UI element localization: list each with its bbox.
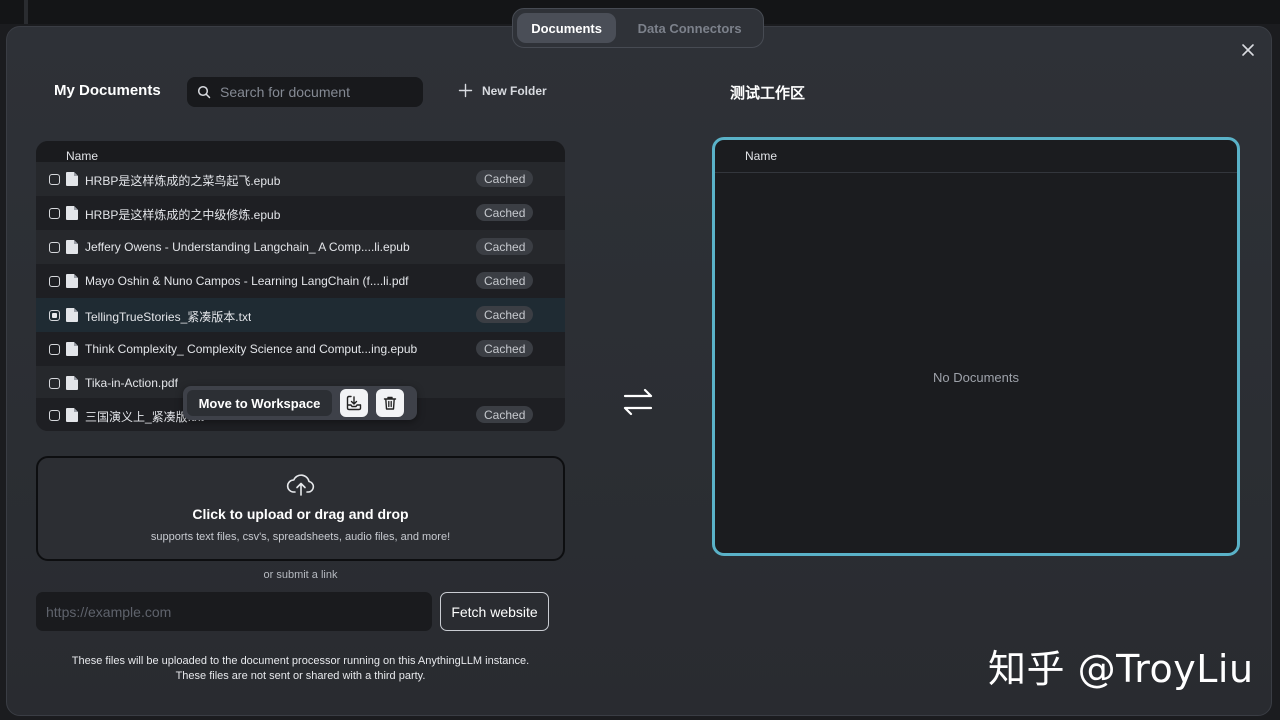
search-input[interactable] [220,84,410,100]
upload-dropzone[interactable]: Click to upload or drag and drop support… [36,456,565,561]
swap-arrows-icon[interactable] [622,386,654,418]
upload-subtitle: supports text files, csv's, spreadsheets… [150,531,451,543]
row-checkbox[interactable] [49,310,60,321]
delete-button[interactable] [376,389,404,417]
column-name: Name [66,148,99,163]
table-row[interactable]: Jeffery Owens - Understanding Langchain_… [36,230,565,264]
file-name: Jeffery Owens - Understanding Langchain_… [85,240,410,254]
status-badge: Cached [476,204,534,221]
workspace-title: 测试工作区 [730,85,806,102]
status-badge: Cached [476,340,534,357]
file-icon [66,308,78,322]
row-checkbox[interactable] [49,344,60,355]
table-row[interactable]: HRBP是这样炼成的之菜鸟起飞.epub Cached [36,162,565,196]
move-to-workspace-icon [346,395,362,411]
status-badge: Cached [476,238,534,255]
tab-data-connectors[interactable]: Data Connectors [620,13,759,43]
url-input[interactable] [36,592,432,631]
status-badge: Cached [476,170,534,187]
row-checkbox[interactable] [49,208,60,219]
file-name: Mayo Oshin & Nuno Campos - Learning Lang… [85,274,409,288]
selection-action-popover: Move to Workspace [183,386,417,420]
file-icon [66,408,78,422]
new-folder-label: New Folder [482,83,547,98]
table-row[interactable]: TellingTrueStories_紧凑版本.txt Cached [36,298,565,332]
row-checkbox[interactable] [49,378,60,389]
table-row[interactable]: Think Complexity_ Complexity Science and… [36,332,565,366]
file-name: Tika-in-Action.pdf [85,376,178,390]
disclaimer-line-1: These files will be uploaded to the docu… [71,655,530,667]
workspace-list-header: Name [715,140,1237,173]
row-checkbox[interactable] [49,410,60,421]
search-box [187,77,423,107]
file-icon [66,206,78,220]
file-icon [66,376,78,390]
status-badge: Cached [476,306,534,323]
new-folder-button[interactable]: New Folder [458,83,547,98]
file-icon [66,342,78,356]
row-checkbox[interactable] [49,276,60,287]
file-icon [66,274,78,288]
disclaimer-line-2: These files are not sent or shared with … [175,670,426,682]
move-to-workspace-icon-button[interactable] [340,389,368,417]
table-row[interactable]: HRBP是这样炼成的之中级修炼.epub Cached [36,196,565,230]
trash-icon [383,396,397,410]
watermark: 知乎 @TroyLiu [988,647,1254,691]
status-badge: Cached [476,272,534,289]
search-icon [197,85,211,99]
file-name: Think Complexity_ Complexity Science and… [85,342,418,356]
file-name: HRBP是这样炼成的之中级修炼.epub [85,208,281,222]
file-name: HRBP是这样炼成的之菜鸟起飞.epub [85,174,281,188]
row-checkbox[interactable] [49,242,60,253]
backdrop-divider [24,0,28,24]
cloud-upload-icon [286,474,315,496]
file-icon [66,172,78,186]
status-badge: Cached [476,406,534,423]
tab-bar: Documents Data Connectors [512,8,764,48]
tab-documents[interactable]: Documents [517,13,617,43]
move-to-workspace-button[interactable]: Move to Workspace [187,390,332,416]
file-name: TellingTrueStories_紧凑版本.txt [85,310,252,324]
table-row[interactable]: Mayo Oshin & Nuno Campos - Learning Lang… [36,264,565,298]
plus-icon [458,83,473,98]
or-submit-link-text: or submit a link [263,569,338,581]
file-icon [66,240,78,254]
row-checkbox[interactable] [49,174,60,185]
fetch-website-button[interactable]: Fetch website [440,592,549,631]
upload-title: Click to upload or drag and drop [192,506,409,522]
empty-state: No Documents [933,370,1019,385]
my-documents-title: My Documents [54,82,161,99]
upload-disclaimer: These files will be uploaded to the docu… [36,654,565,684]
close-icon[interactable] [1238,40,1258,60]
workspace-document-list: Name No Documents [712,137,1240,556]
column-name: Name [745,149,778,163]
